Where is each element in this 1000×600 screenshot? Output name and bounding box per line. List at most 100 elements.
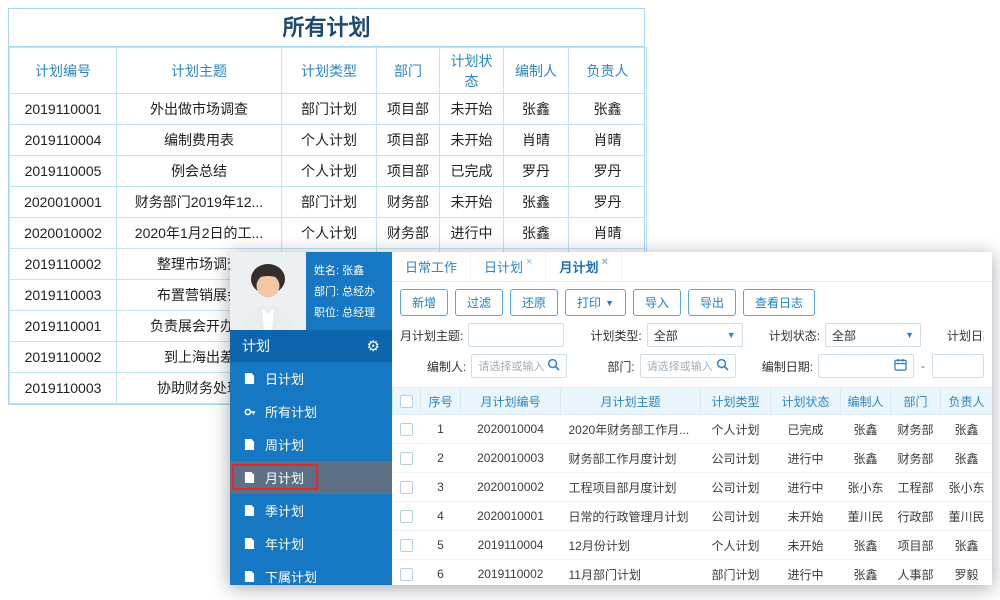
print-button[interactable]: 打印 ▼ xyxy=(565,289,626,316)
cell-plan-id: 2019110002 xyxy=(9,341,117,373)
import-button[interactable]: 导入 xyxy=(632,289,681,316)
cell-plan-id-link[interactable]: 2020010003 xyxy=(460,443,561,473)
cell-compiler-link[interactable]: 张鑫 xyxy=(840,530,891,560)
row-checkbox[interactable] xyxy=(400,509,413,523)
gear-icon[interactable]: ⚙ xyxy=(367,337,380,355)
cell-owner: 张鑫 xyxy=(568,93,647,125)
tab-monthly-plan[interactable]: 月计划 × xyxy=(546,252,622,281)
cell-compiler-link[interactable]: 张鑫 xyxy=(840,559,891,585)
sidebar: 姓名: 张鑫 部门: 总经办 职位: 总经理 计划 ⚙ 日计划 所有计划 周计划… xyxy=(230,252,392,585)
close-icon[interactable]: × xyxy=(601,256,607,268)
cell-owner: 罗丹 xyxy=(568,155,647,187)
select-all-checkbox[interactable] xyxy=(400,394,413,408)
cell-status: 进行中 xyxy=(770,443,841,473)
all-plans-row[interactable]: 2019110001 外出做市场调查 部门计划 项目部 未开始 张鑫 张鑫 xyxy=(9,93,647,125)
monthly-plan-row[interactable]: 1 2020010004 2020年财务部工作月... 个人计划 已完成 张鑫 … xyxy=(392,414,992,444)
sidebar-item-label: 年计划 xyxy=(265,537,305,552)
row-checkbox[interactable] xyxy=(400,567,413,581)
cell-subject-link[interactable]: 工程项目部月度计划 xyxy=(560,472,701,502)
caret-down-icon: ▼ xyxy=(726,330,736,340)
cell-subject: 外出做市场调查 xyxy=(116,93,282,125)
cell-plan-id-link[interactable]: 2020010004 xyxy=(460,414,561,444)
sidebar-item-yearly-plan[interactable]: 年计划 xyxy=(230,527,392,560)
sidebar-item-label: 周计划 xyxy=(265,438,305,453)
row-checkbox[interactable] xyxy=(400,538,413,552)
subject-filter-input[interactable] xyxy=(468,323,565,347)
sidebar-item-subordinate-plans[interactable]: 下属计划 xyxy=(230,560,392,585)
cell-compiler-link[interactable]: 张鑫 xyxy=(840,414,891,444)
date-range-separator: - xyxy=(921,359,926,373)
sidebar-item-weekly-plan[interactable]: 周计划 xyxy=(230,428,392,461)
compile-date-start-input[interactable] xyxy=(818,354,915,378)
cell-compiler: 张鑫 xyxy=(503,186,569,218)
all-plans-row[interactable]: 2019110005 例会总结 个人计划 项目部 已完成 罗丹 罗丹 xyxy=(9,155,647,187)
subject-filter-label: 月计划主题: xyxy=(400,328,464,343)
tab-daily-work[interactable]: 日常工作 xyxy=(392,252,472,281)
row-checkbox[interactable] xyxy=(400,480,413,494)
tab-daily-plan[interactable]: 日计划 × xyxy=(471,252,547,281)
cell-plan-id: 2019110003 xyxy=(9,279,117,311)
cell-no: 3 xyxy=(420,472,461,502)
monthly-plan-row[interactable]: 6 2019110002 11月部门计划 部门计划 进行中 张鑫 人事部 罗毅 xyxy=(392,559,992,585)
cell-subject: 财务部门2019年12... xyxy=(116,186,282,218)
monthly-plan-row[interactable]: 5 2019110004 12月份计划 个人计划 未开始 张鑫 项目部 张鑫 xyxy=(392,530,992,560)
all-plans-row[interactable]: 2020010001 财务部门2019年12... 部门计划 财务部 未开始 张… xyxy=(9,186,647,218)
cell-subject-link[interactable]: 12月份计划 xyxy=(560,530,701,560)
cell-no: 1 xyxy=(420,414,461,444)
dept-filter-input[interactable]: 请选择或输入 xyxy=(639,354,736,378)
compiler-filter-input[interactable]: 请选择或输入 xyxy=(471,354,568,378)
export-button[interactable]: 导出 xyxy=(688,289,737,316)
cell-plan-id-link[interactable]: 2020010002 xyxy=(460,472,561,502)
cell-compiler-link[interactable]: 董川民 xyxy=(840,501,891,531)
cell-plan-id-link[interactable]: 2020010001 xyxy=(460,501,561,531)
sidebar-item-quarterly-plan[interactable]: 季计划 xyxy=(230,494,392,527)
cell-no: 2 xyxy=(420,443,461,473)
cell-subject-link[interactable]: 2020年财务部工作月... xyxy=(560,414,701,444)
close-icon[interactable]: × xyxy=(526,256,532,268)
cell-plan-id: 2019110005 xyxy=(9,155,117,187)
monthly-plan-row[interactable]: 4 2020010001 日常的行政管理月计划 公司计划 未开始 董川民 行政部… xyxy=(392,501,992,531)
monthly-plan-row[interactable]: 2 2020010003 财务部工作月度计划 公司计划 进行中 张鑫 财务部 张… xyxy=(392,443,992,473)
main-panel: 日常工作 日计划 × 月计划 × 新增 过滤 还原 打印 ▼ 导入 导出 查看日… xyxy=(392,252,992,585)
cell-owner-link[interactable]: 董川民 xyxy=(940,501,992,531)
search-icon[interactable] xyxy=(547,358,561,374)
monthly-plan-row[interactable]: 3 2020010002 工程项目部月度计划 公司计划 进行中 张小东 工程部 … xyxy=(392,472,992,502)
cell-compiler-link[interactable]: 张鑫 xyxy=(840,443,891,473)
calendar-icon[interactable] xyxy=(894,358,907,374)
sidebar-item-all-plans[interactable]: 所有计划 xyxy=(230,395,392,428)
cell-owner-link[interactable]: 张鑫 xyxy=(940,530,992,560)
col-type: 计划类型 xyxy=(700,387,771,415)
add-button[interactable]: 新增 xyxy=(400,289,449,316)
filter-panel: 月计划主题: 计划类型: 全部 ▼ 计划状态: 全部 ▼ 计划日期: 编制人: … xyxy=(392,322,992,387)
plan-date-filter-label: 计划日期: xyxy=(947,328,984,343)
cell-plan-id-link[interactable]: 2019110004 xyxy=(460,530,561,560)
row-checkbox[interactable] xyxy=(400,422,413,436)
cell-plan-id-link[interactable]: 2019110002 xyxy=(460,559,561,585)
reset-button[interactable]: 还原 xyxy=(510,289,559,316)
cell-type: 个人计划 xyxy=(700,414,771,444)
compile-date-end-input[interactable] xyxy=(932,354,984,378)
all-plans-row[interactable]: 2019110004 编制费用表 个人计划 项目部 未开始 肖晴 肖晴 xyxy=(9,124,647,156)
cell-subject-link[interactable]: 财务部工作月度计划 xyxy=(560,443,701,473)
search-icon[interactable] xyxy=(716,358,729,374)
filter-button[interactable]: 过滤 xyxy=(455,289,504,316)
document-icon xyxy=(244,570,265,583)
all-plans-title: 所有计划 xyxy=(9,9,644,47)
status-filter-select[interactable]: 全部 ▼ xyxy=(825,323,922,347)
cell-compiler-link[interactable]: 张小东 xyxy=(840,472,891,502)
view-log-button[interactable]: 查看日志 xyxy=(743,289,816,316)
cell-owner-link[interactable]: 张鑫 xyxy=(940,414,992,444)
cell-owner-link[interactable]: 罗毅 xyxy=(940,559,992,585)
cell-subject-link[interactable]: 日常的行政管理月计划 xyxy=(560,501,701,531)
sidebar-item-daily-plan[interactable]: 日计划 xyxy=(230,362,392,395)
all-plans-row[interactable]: 2020010002 2020年1月2日的工... 个人计划 财务部 进行中 张… xyxy=(9,217,647,249)
row-checkbox[interactable] xyxy=(400,451,413,465)
type-filter-select[interactable]: 全部 ▼ xyxy=(646,323,743,347)
cell-subject-link[interactable]: 11月部门计划 xyxy=(560,559,701,585)
sidebar-item-monthly-plan[interactable]: 月计划 xyxy=(230,461,392,494)
col-plan-id: 月计划编号 xyxy=(460,387,561,415)
cell-owner-link[interactable]: 张鑫 xyxy=(940,443,992,473)
monthly-plan-body: 1 2020010004 2020年财务部工作月... 个人计划 已完成 张鑫 … xyxy=(392,414,992,585)
cell-owner-link[interactable]: 张小东 xyxy=(940,472,992,502)
sidebar-section-label: 计划 xyxy=(242,338,270,354)
